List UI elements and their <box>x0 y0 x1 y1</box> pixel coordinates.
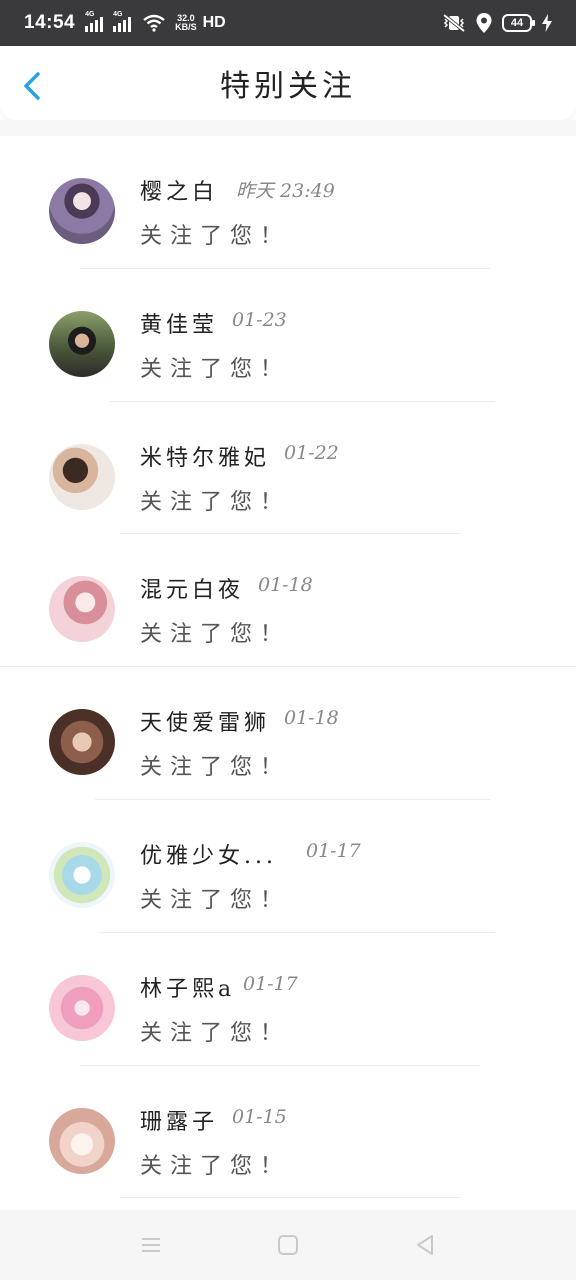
battery-icon: 44 <box>502 14 535 32</box>
back-button[interactable] <box>18 70 46 102</box>
notification-message: 关注了您！ <box>140 755 291 781</box>
user-name[interactable]: 米特尔雅妃 <box>140 440 270 472</box>
avatar[interactable] <box>49 709 115 776</box>
navigation-bar <box>0 1210 576 1280</box>
notification-time: 01-23 <box>232 308 287 331</box>
notification-message: 关注了您！ <box>140 887 291 913</box>
avatar[interactable] <box>49 841 115 908</box>
notification-message: 关注了您！ <box>140 356 291 382</box>
chevron-left-icon <box>24 72 40 100</box>
avatar[interactable] <box>49 443 115 510</box>
user-name[interactable]: 混元白夜 <box>140 572 244 604</box>
notification-time: 01-17 <box>243 972 298 995</box>
notification-message: 关注了您！ <box>140 224 291 249</box>
home-icon[interactable] <box>275 1232 301 1258</box>
notification-time: 01-18 <box>284 707 339 730</box>
wifi-icon <box>143 14 165 32</box>
user-name[interactable]: 黄佳莹 <box>140 307 218 339</box>
user-name[interactable]: 优雅少女... <box>140 838 277 870</box>
notification-message: 关注了您！ <box>140 622 291 648</box>
notification-message: 关注了您！ <box>140 489 291 515</box>
list-item[interactable]: 林子熙a 01-17 关注了您！ <box>0 933 576 1066</box>
mute-vibrate-icon <box>442 13 466 33</box>
list-item[interactable]: 天使爱雷狮 01-18 关注了您！ <box>0 667 576 800</box>
notification-message: 关注了您！ <box>140 1020 291 1046</box>
user-name[interactable]: 珊露子 <box>140 1104 218 1136</box>
signal-icon: 4G <box>85 11 104 32</box>
avatar[interactable] <box>49 576 115 643</box>
back-triangle-icon[interactable] <box>412 1232 438 1258</box>
list-item[interactable]: 黄佳莹 01-23 关注了您！ <box>0 269 576 402</box>
notification-time: 01-15 <box>232 1105 287 1128</box>
signal-icon: 4G <box>113 11 132 32</box>
status-time: 14:54 <box>24 12 76 33</box>
avatar[interactable] <box>49 974 115 1041</box>
user-name[interactable]: 天使爱雷狮 <box>140 705 270 737</box>
status-bar: 14:54 4G 4G 32.0 KB/S HD 44 <box>0 0 576 46</box>
notification-time: 01-17 <box>306 839 361 862</box>
list-item[interactable]: 米特尔雅妃 01-22 关注了您！ <box>0 402 576 535</box>
notification-list: 樱之白 昨天 23:49 关注了您！ 黄佳莹 01-23 关注了您！ 米特尔雅妃… <box>0 136 576 1199</box>
notification-time: 01-18 <box>258 574 313 597</box>
list-item[interactable]: 混元白夜 01-18 关注了您！ <box>0 534 576 668</box>
page-title: 特别关注 <box>220 69 356 104</box>
notification-time: 01-22 <box>284 441 339 464</box>
user-name[interactable]: 樱之白 <box>140 174 218 206</box>
list-item[interactable]: 樱之白 昨天 23:49 关注了您！ <box>0 136 576 269</box>
header-divider <box>0 120 576 136</box>
notification-time: 昨天 23:49 <box>236 180 335 202</box>
avatar[interactable] <box>49 178 115 244</box>
divider <box>120 1197 460 1199</box>
location-icon <box>476 13 492 33</box>
user-name[interactable]: 林子熙a <box>140 971 235 1003</box>
menu-icon[interactable] <box>138 1232 164 1258</box>
avatar[interactable] <box>49 310 115 377</box>
charging-icon <box>542 14 552 32</box>
hd-indicator: HD <box>202 14 226 31</box>
network-speed: 32.0 KB/S <box>175 13 197 32</box>
list-item[interactable]: 珊露子 01-15 关注了您！ <box>0 1066 576 1199</box>
notification-message: 关注了您！ <box>140 1153 291 1179</box>
header: 特别关注 <box>0 46 576 120</box>
avatar[interactable] <box>49 1107 115 1174</box>
list-item[interactable]: 优雅少女... 01-17 关注了您！ <box>0 800 576 933</box>
